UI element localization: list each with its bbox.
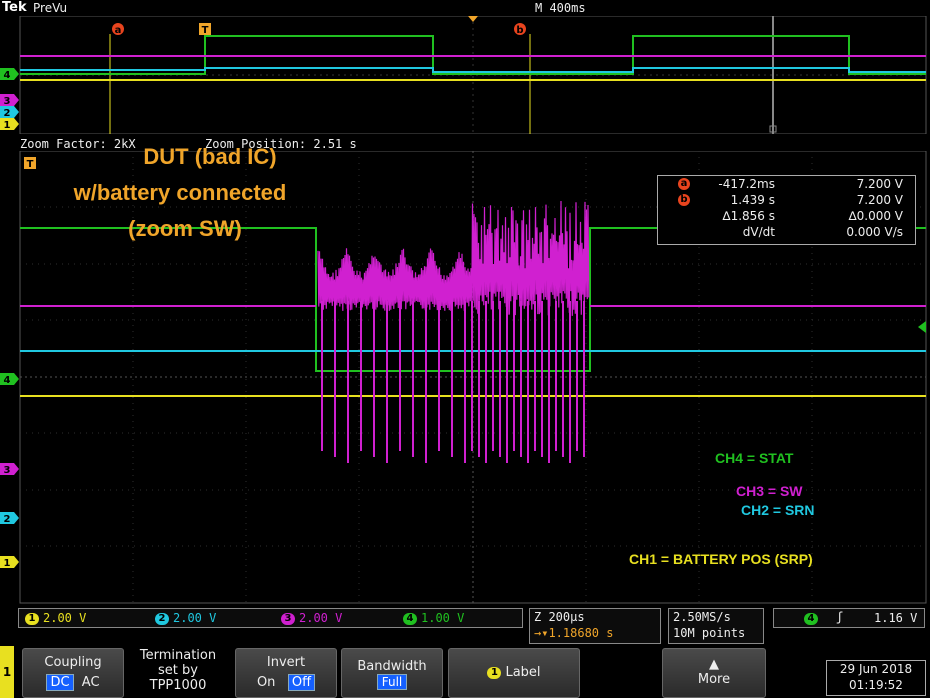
- ch1-scale-badge: 1: [25, 612, 39, 625]
- overview-ch4-marker[interactable]: 4: [0, 68, 19, 81]
- sample-rate: 2.50MS/s: [673, 610, 731, 624]
- dvdt-label: dV/dt: [742, 225, 775, 239]
- bandwidth-button[interactable]: Bandwidth Full: [341, 648, 443, 698]
- cursor-b-time: 1.439 s: [730, 193, 775, 207]
- coupling-ac[interactable]: AC: [82, 675, 100, 690]
- ch2-scale-badge: 2: [155, 612, 169, 625]
- bandwidth-value: Full: [376, 674, 408, 690]
- top-bar: Tek PreVu M 400ms: [0, 0, 930, 16]
- delta-time: ∆1.856 s: [722, 209, 775, 223]
- horizontal-readout[interactable]: Z 200µs →▾1.18680 s: [529, 608, 661, 644]
- coupling-label: Coupling: [44, 655, 102, 670]
- invert-label: Invert: [266, 655, 306, 670]
- trigger-marker[interactable]: T: [199, 23, 211, 36]
- more-button[interactable]: ▲ More: [662, 648, 766, 698]
- ch2-scale: 2 2.00 V: [155, 611, 250, 625]
- annotation-line-1: DUT (bad IC): [143, 144, 277, 169]
- ch4-label: CH4 = STAT: [715, 450, 794, 466]
- svg-text:3: 3: [4, 465, 11, 476]
- cursor-a-badge: a: [678, 178, 690, 190]
- trigger-readout[interactable]: 4 ʃ 1.16 V: [773, 608, 925, 628]
- svg-text:b: b: [516, 25, 523, 36]
- svg-text:1: 1: [4, 558, 11, 569]
- svg-text:2: 2: [4, 108, 11, 119]
- trigger-marker-zoom[interactable]: T: [24, 157, 36, 170]
- trigger-channel-badge: 4: [804, 612, 818, 625]
- svg-text:3: 3: [4, 96, 11, 107]
- ch4-scale-value: 1.00 V: [421, 611, 465, 625]
- label-button[interactable]: 1 Label: [448, 648, 580, 698]
- mode-label: PreVu: [33, 1, 68, 15]
- label-channel-badge: 1: [487, 666, 502, 679]
- ch4-scale-badge: 4: [403, 612, 417, 625]
- ch3-label: CH3 = SW: [736, 483, 803, 499]
- time-scale: M 400ms: [535, 1, 586, 15]
- date-label: 29 Jun 2018: [839, 662, 913, 676]
- time-label: 01:19:52: [849, 678, 903, 692]
- svg-text:1: 1: [4, 120, 11, 131]
- status-bar: 1 2.00 V 2 2.00 V 3 2.00 V 4 1.00 V Z 200µs …: [18, 608, 926, 644]
- ch2-scale-value: 2.00 V: [173, 611, 217, 625]
- termination-info: Termination set by TPP1000: [128, 648, 228, 693]
- ch1-label: CH1 = BATTERY POS (SRP): [629, 551, 813, 567]
- invert-button[interactable]: Invert On Off: [235, 648, 337, 698]
- record-length: 10M points: [673, 626, 746, 640]
- invert-on[interactable]: On: [257, 675, 275, 690]
- delta-volt: ∆0.000 V: [848, 209, 903, 223]
- overview-ch3-marker[interactable]: 3: [0, 94, 19, 107]
- ch1-marker[interactable]: 1: [0, 556, 19, 569]
- cursor-a-time: -417.2ms: [718, 177, 775, 191]
- svg-text:2: 2: [4, 514, 11, 525]
- trigger-position: →▾1.18680 s: [534, 626, 614, 640]
- label-text: Label: [505, 665, 541, 680]
- overview-display[interactable]: a T b 4 3 2 1: [0, 16, 930, 134]
- coupling-dc[interactable]: DC: [46, 674, 74, 691]
- termination-line-2: set by: [158, 663, 198, 678]
- invert-off[interactable]: Off: [287, 674, 316, 691]
- ch4-scale: 4 1.00 V: [403, 611, 513, 625]
- ch1-scale: 1 2.00 V: [25, 611, 120, 625]
- ch4-marker[interactable]: 4: [0, 373, 19, 386]
- trigger-level: 1.16 V: [874, 611, 918, 625]
- svg-text:T: T: [27, 159, 34, 170]
- cursor-b-badge: b: [678, 194, 690, 206]
- trigger-slope-icon: ʃ: [836, 610, 844, 624]
- termination-line-3: TPP1000: [149, 678, 207, 693]
- cursor-a-volt: 7.200 V: [856, 177, 903, 191]
- vertical-scales[interactable]: 1 2.00 V 2 2.00 V 3 2.00 V 4 1.00 V: [18, 608, 523, 628]
- cursor-readout[interactable]: a -417.2ms 7.200 V b 1.439 s 7.200 V ∆1.…: [657, 175, 916, 245]
- annotation-line-2: w/battery connected: [73, 180, 287, 205]
- svg-text:T: T: [202, 25, 209, 36]
- acquisition-readout[interactable]: 2.50MS/s 10M points: [668, 608, 764, 644]
- ch2-label: CH2 = SRN: [741, 502, 815, 518]
- ch3-scale-value: 2.00 V: [299, 611, 343, 625]
- termination-line-1: Termination: [139, 648, 217, 663]
- svg-text:4: 4: [4, 70, 11, 81]
- up-arrow-icon: ▲: [709, 657, 719, 672]
- dvdt-value: 0.000 V/s: [846, 225, 903, 239]
- datetime-display: 29 Jun 2018 01:19:52: [826, 660, 926, 696]
- bandwidth-label: Bandwidth: [357, 659, 427, 674]
- ch3-scale: 3 2.00 V: [281, 611, 381, 625]
- brand-logo: Tek: [2, 0, 27, 15]
- menu-channel-indicator: 1: [0, 646, 14, 698]
- ch1-scale-value: 2.00 V: [43, 611, 87, 625]
- bottom-menu: 1 Coupling DC AC Termination set by TPP1…: [0, 646, 930, 698]
- ch2-marker[interactable]: 2: [0, 512, 19, 525]
- zoom-time-scale: Z 200µs: [534, 610, 585, 624]
- overview-ch1-marker[interactable]: 1: [0, 118, 19, 131]
- coupling-button[interactable]: Coupling DC AC: [22, 648, 124, 698]
- overview-ch2-marker[interactable]: 2: [0, 106, 19, 119]
- cursor-b-volt: 7.200 V: [856, 193, 903, 207]
- ch3-scale-badge: 3: [281, 612, 295, 625]
- annotation-line-3: (zoom SW): [128, 216, 242, 241]
- ch3-marker[interactable]: 3: [0, 463, 19, 476]
- svg-text:4: 4: [4, 375, 11, 386]
- svg-text:a: a: [115, 25, 122, 36]
- more-label: More: [697, 672, 731, 687]
